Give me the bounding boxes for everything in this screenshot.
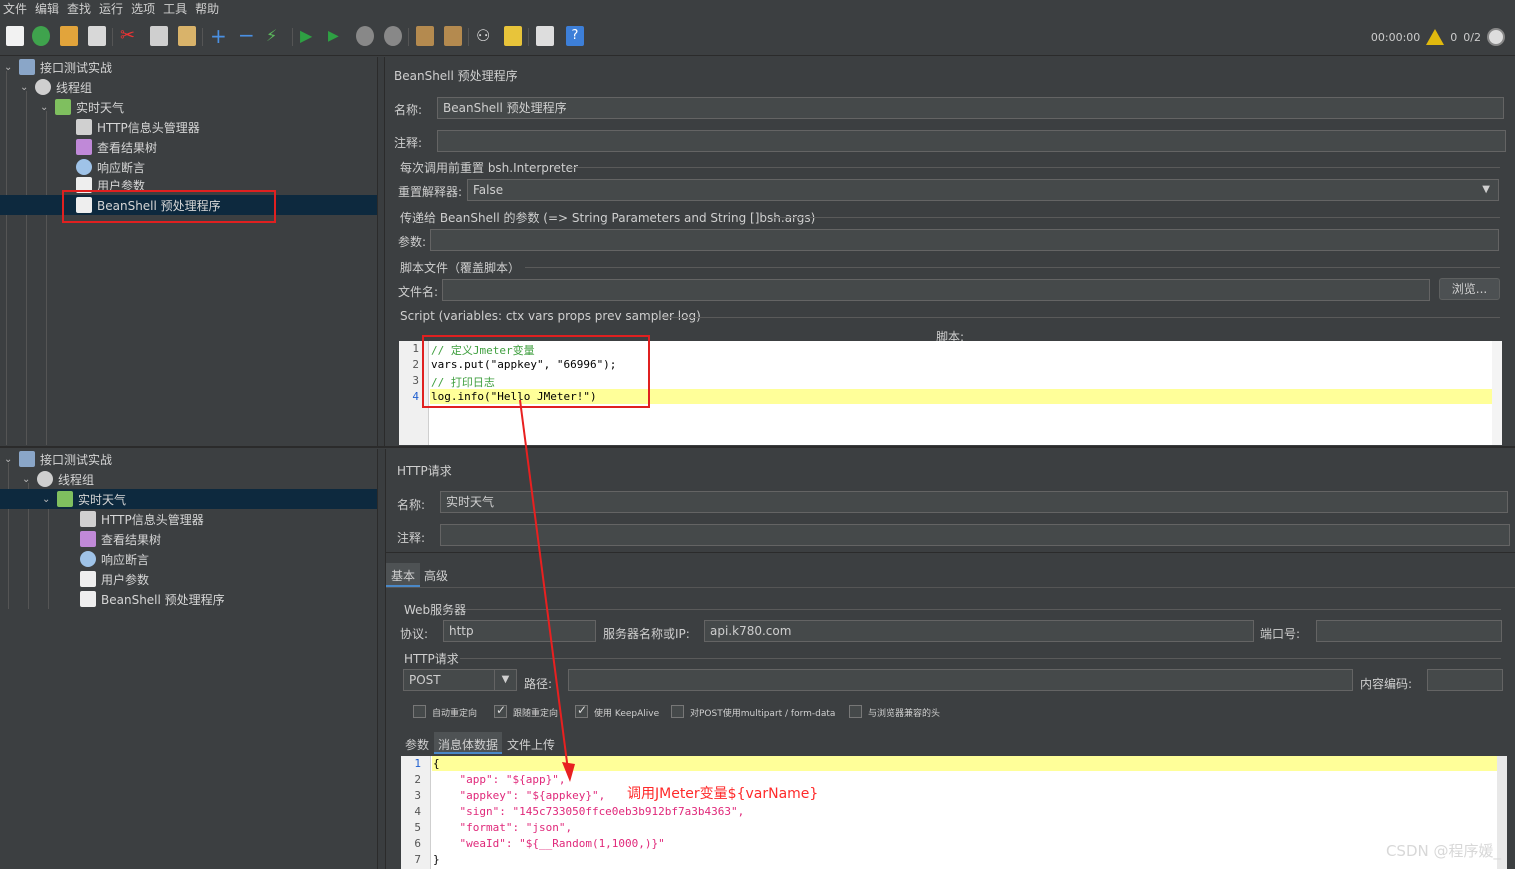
annotation-arrow	[519, 399, 575, 782]
annotation-text: 调用JMeter变量${varName}	[627, 786, 819, 802]
watermark: CSDN @程序媛_	[1385, 842, 1501, 860]
